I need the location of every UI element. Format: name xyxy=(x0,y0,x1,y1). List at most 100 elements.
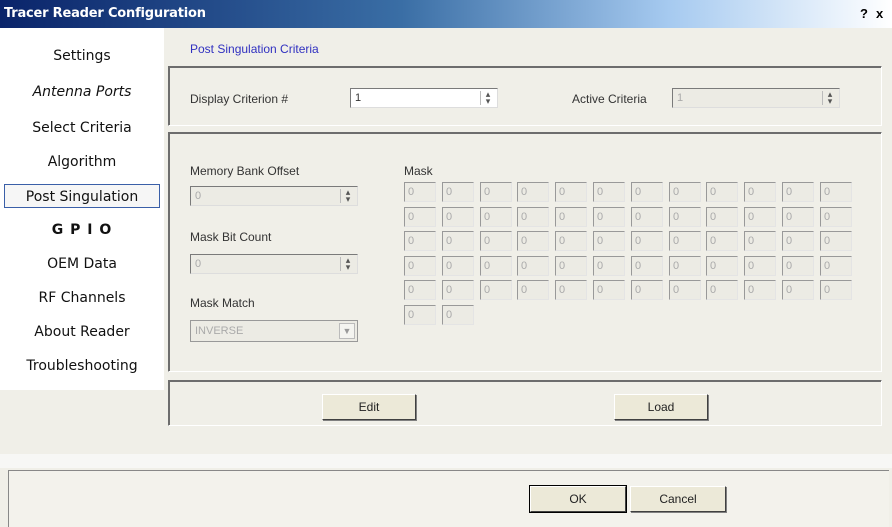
mask-cell-value: 0 xyxy=(446,284,453,296)
sidebar-item-settings[interactable]: Settings xyxy=(4,44,160,68)
memory-bank-offset-stepper: 0 ▴ ▾ xyxy=(190,186,358,206)
mask-match-select: INVERSE ▼ xyxy=(190,320,358,342)
mask-cell: 0 xyxy=(517,256,549,276)
sidebar-item-label: Antenna Ports xyxy=(32,84,132,100)
mask-cell-value: 0 xyxy=(484,211,491,223)
sidebar-item-antenna-ports[interactable]: Antenna Ports xyxy=(4,80,160,104)
cancel-button[interactable]: Cancel xyxy=(630,486,726,512)
sidebar-item-label: Settings xyxy=(53,48,111,64)
mask-cell-value: 0 xyxy=(446,309,453,321)
mask-cell-value: 0 xyxy=(408,260,415,272)
mask-cell: 0 xyxy=(480,280,512,300)
mask-cell-value: 0 xyxy=(559,235,566,247)
sidebar-item-label: OEM Data xyxy=(47,256,117,272)
help-button[interactable]: ? xyxy=(860,6,868,21)
mask-match-label: Mask Match xyxy=(190,296,255,310)
mask-cell-value: 0 xyxy=(408,284,415,296)
mask-cell-value: 0 xyxy=(748,235,755,247)
mask-cell-value: 0 xyxy=(673,235,680,247)
mask-cell-value: 0 xyxy=(484,284,491,296)
mask-cell-value: 0 xyxy=(710,284,717,296)
dialog-footer xyxy=(8,470,889,527)
mask-cell: 0 xyxy=(593,207,625,227)
mask-cell-value: 0 xyxy=(635,211,642,223)
mask-cell: 0 xyxy=(820,182,852,202)
ok-button[interactable]: OK xyxy=(529,485,627,513)
mask-cell-value: 0 xyxy=(521,211,528,223)
mask-cell-value: 0 xyxy=(748,284,755,296)
mask-cell-value: 0 xyxy=(597,186,604,198)
mask-cell-value: 0 xyxy=(446,211,453,223)
mask-cell: 0 xyxy=(782,207,814,227)
sidebar-item-label: Select Criteria xyxy=(32,120,132,136)
mask-cell: 0 xyxy=(404,182,436,202)
mask-cell: 0 xyxy=(480,207,512,227)
page-title: Post Singulation Criteria xyxy=(190,42,319,56)
mask-cell: 0 xyxy=(706,256,738,276)
sidebar-item-oem-data[interactable]: OEM Data xyxy=(4,252,160,276)
sidebar-item-post-singulation[interactable]: Post Singulation xyxy=(4,184,160,208)
mask-cell-value: 0 xyxy=(786,284,793,296)
mask-cell: 0 xyxy=(820,207,852,227)
spin-arrows-icon[interactable]: ▴ ▾ xyxy=(480,90,495,106)
mask-cell-value: 0 xyxy=(597,260,604,272)
mask-cell-value: 0 xyxy=(786,260,793,272)
sidebar-item-about-reader[interactable]: About Reader xyxy=(4,320,160,344)
edit-button[interactable]: Edit xyxy=(322,394,416,420)
mask-cell: 0 xyxy=(517,207,549,227)
mask-cell-value: 0 xyxy=(597,284,604,296)
mask-bit-count-label: Mask Bit Count xyxy=(190,230,272,244)
mask-cell-value: 0 xyxy=(673,211,680,223)
active-criteria-stepper: 1 ▴ ▾ xyxy=(672,88,840,108)
mask-cell-value: 0 xyxy=(673,260,680,272)
mask-cell: 0 xyxy=(669,256,701,276)
mask-cell-value: 0 xyxy=(484,186,491,198)
mask-cell: 0 xyxy=(782,256,814,276)
mask-cell: 0 xyxy=(404,207,436,227)
mask-cell: 0 xyxy=(593,182,625,202)
mask-cell: 0 xyxy=(517,280,549,300)
mask-cell: 0 xyxy=(555,207,587,227)
spin-arrows-icon: ▴ ▾ xyxy=(340,188,355,204)
sidebar-item-gpio[interactable]: G P I O xyxy=(4,218,160,242)
mask-cell-value: 0 xyxy=(824,186,831,198)
divider xyxy=(0,454,892,468)
mask-cell-value: 0 xyxy=(446,235,453,247)
mask-cell: 0 xyxy=(820,280,852,300)
mask-cell-value: 0 xyxy=(748,186,755,198)
close-button[interactable]: x xyxy=(876,6,883,21)
mask-cell-value: 0 xyxy=(521,186,528,198)
mask-cell-value: 0 xyxy=(748,260,755,272)
mask-cell: 0 xyxy=(555,280,587,300)
display-criterion-stepper[interactable]: 1 ▴ ▾ xyxy=(350,88,498,108)
mask-cell-value: 0 xyxy=(521,260,528,272)
mask-cell: 0 xyxy=(517,231,549,251)
mask-cell: 0 xyxy=(593,231,625,251)
load-button[interactable]: Load xyxy=(614,394,708,420)
mask-match-value: INVERSE xyxy=(195,325,244,337)
sidebar-item-rf-channels[interactable]: RF Channels xyxy=(4,286,160,310)
mask-cell-value: 0 xyxy=(408,211,415,223)
mask-cell: 0 xyxy=(442,305,474,325)
mask-cell: 0 xyxy=(442,256,474,276)
mask-cell-value: 0 xyxy=(484,235,491,247)
mask-bit-count-stepper: 0 ▴ ▾ xyxy=(190,254,358,274)
title-bar: Tracer Reader Configuration ? x xyxy=(0,0,892,28)
sidebar-item-label: About Reader xyxy=(34,324,130,340)
mask-cell: 0 xyxy=(442,207,474,227)
mask-cell: 0 xyxy=(404,256,436,276)
mask-cell-value: 0 xyxy=(635,260,642,272)
sidebar-item-troubleshooting[interactable]: Troubleshooting xyxy=(4,354,160,378)
window-title: Tracer Reader Configuration xyxy=(4,6,206,21)
sidebar-item-select-criteria[interactable]: Select Criteria xyxy=(4,116,160,140)
action-group xyxy=(168,380,882,426)
mask-cell: 0 xyxy=(669,182,701,202)
mask-cell: 0 xyxy=(631,231,663,251)
mask-cell-value: 0 xyxy=(408,309,415,321)
mask-cell-value: 0 xyxy=(786,235,793,247)
mask-cell: 0 xyxy=(442,280,474,300)
sidebar-item-label: G P I O xyxy=(51,222,113,238)
mask-cell-value: 0 xyxy=(710,211,717,223)
mask-cell: 0 xyxy=(744,256,776,276)
sidebar-item-algorithm[interactable]: Algorithm xyxy=(4,150,160,174)
